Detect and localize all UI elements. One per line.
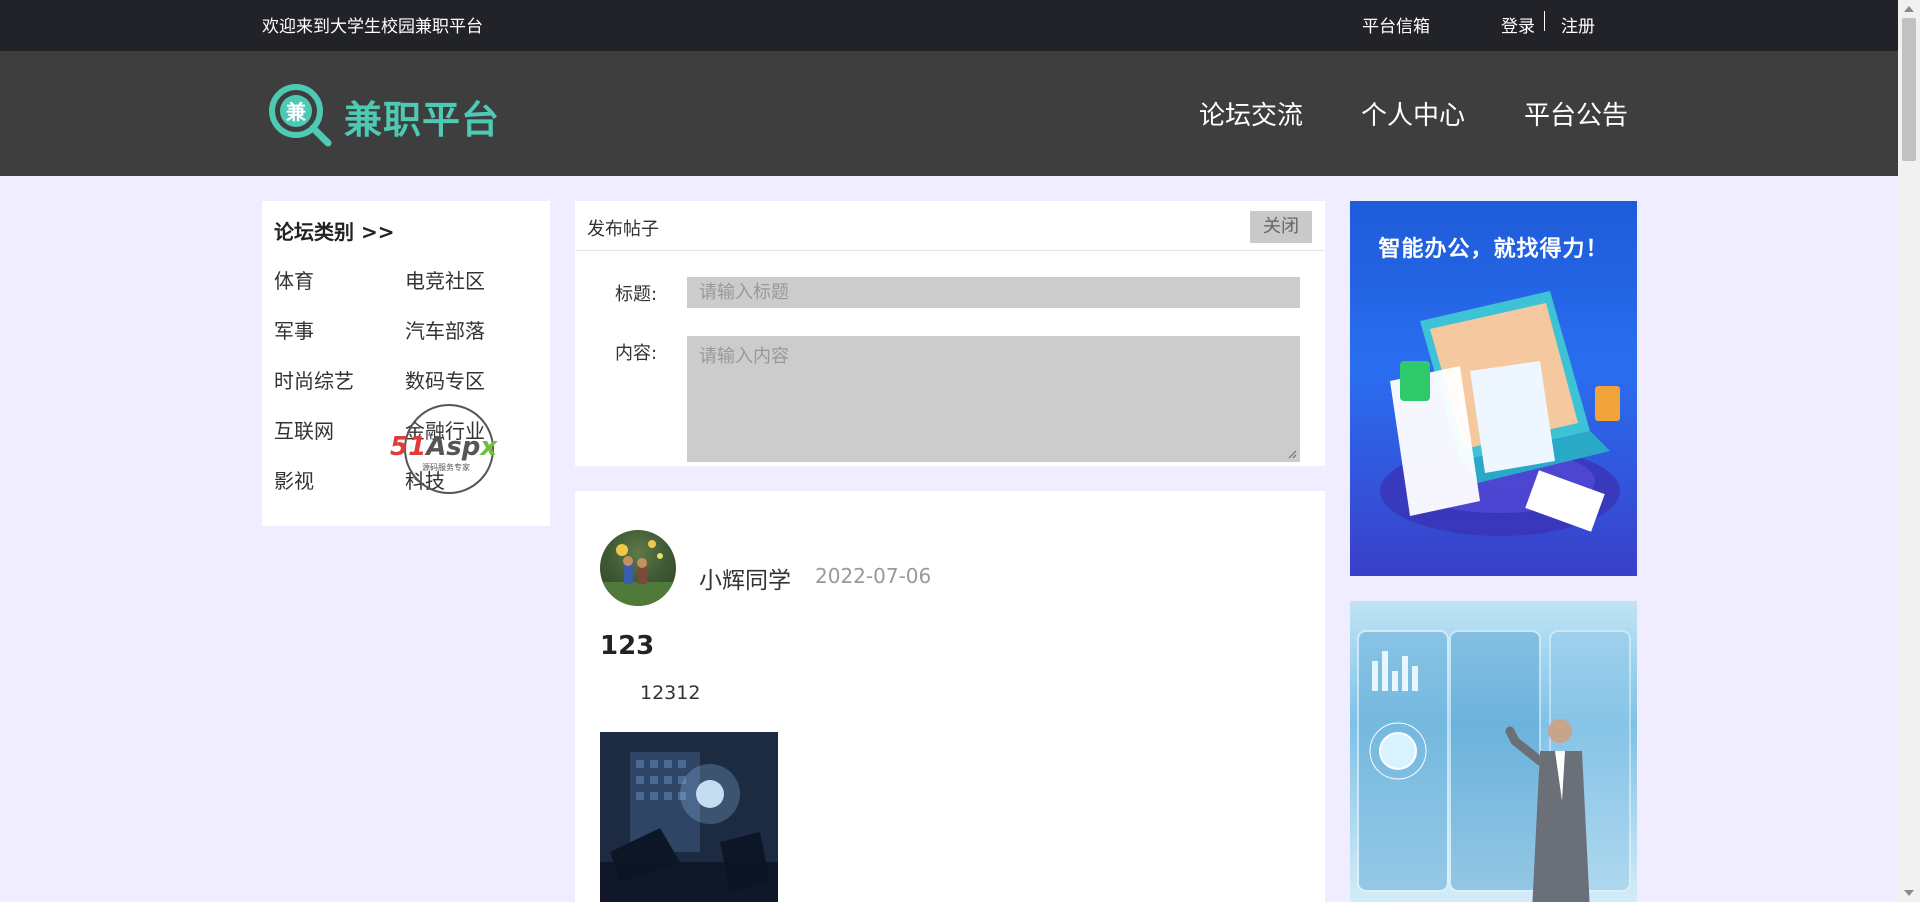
tech-ad-image — [1357, 630, 1631, 902]
scroll-thumb[interactable] — [1902, 18, 1916, 161]
watermark-stamp: 51Aspx 源码服务专家 — [390, 404, 498, 494]
scroll-down-icon[interactable] — [1904, 890, 1914, 896]
post-date: 2022-07-06 — [815, 564, 932, 588]
post-author[interactable]: 小辉同学 — [699, 561, 791, 595]
nav-announcements[interactable]: 平台公告 — [1524, 95, 1628, 132]
tech-ad-banner[interactable] — [1350, 601, 1637, 902]
scroll-up-icon[interactable] — [1904, 6, 1914, 12]
top-bar: 欢迎来到大学生校园兼职平台 平台信箱 登录 注册 — [0, 0, 1898, 51]
post-body: 12312 — [640, 682, 701, 704]
category-item[interactable]: 军事 — [274, 315, 314, 344]
svg-text:51Aspx: 51Aspx — [390, 432, 498, 462]
category-item[interactable]: 电竞社区 — [405, 265, 485, 294]
category-title: 论坛类别 >> — [274, 220, 395, 244]
nav-forum[interactable]: 论坛交流 — [1199, 95, 1303, 132]
movie-poster-image[interactable] — [600, 732, 778, 902]
category-item[interactable]: 互联网 — [274, 415, 334, 444]
post-title[interactable]: 123 — [600, 631, 654, 661]
poster-art — [600, 732, 778, 902]
category-item[interactable]: 影视 — [274, 465, 314, 494]
resize-handle-icon[interactable] — [1287, 449, 1297, 459]
site-header: 兼 兼职平台 论坛交流 个人中心 平台公告 — [0, 51, 1898, 176]
category-item[interactable]: 体育 — [274, 265, 314, 294]
login-link[interactable]: 登录 — [1501, 12, 1535, 37]
welcome-text: 欢迎来到大学生校园兼职平台 — [262, 17, 483, 37]
office-ad-image — [1380, 291, 1620, 536]
category-item[interactable]: 汽车部落 — [405, 315, 485, 344]
register-link[interactable]: 注册 — [1561, 12, 1595, 37]
category-item[interactable]: 时尚综艺 — [274, 365, 354, 394]
post-form-header: 发布帖子 关闭 — [575, 201, 1325, 251]
magnifier-logo-icon[interactable]: 兼 — [268, 83, 332, 147]
office-ad-banner[interactable]: 智能办公，就找得力！ — [1350, 201, 1637, 576]
nav-personal-center[interactable]: 个人中心 — [1361, 95, 1465, 132]
content-placeholder: 请输入内容 — [699, 346, 789, 367]
avatar-image — [600, 540, 676, 606]
avatar[interactable] — [600, 530, 676, 606]
brand-name[interactable]: 兼职平台 — [344, 89, 500, 144]
svg-text:源码服务专家: 源码服务专家 — [422, 462, 470, 472]
post-card: 小辉同学 2022-07-06 123 12312 — [575, 491, 1325, 902]
divider — [1544, 11, 1545, 31]
title-input[interactable]: 请输入标题 — [687, 277, 1300, 308]
post-form-heading: 发布帖子 — [587, 219, 659, 240]
platform-mailbox-link[interactable]: 平台信箱 — [1362, 12, 1430, 37]
page-scrollbar[interactable] — [1898, 0, 1920, 902]
title-label: 标题: — [615, 284, 658, 305]
post-form: 发布帖子 关闭 标题: 请输入标题 内容: 请输入内容 — [575, 201, 1325, 466]
content-label: 内容: — [615, 343, 658, 364]
category-item[interactable]: 数码专区 — [405, 365, 485, 394]
logo-char: 兼 — [286, 100, 307, 124]
content-textarea[interactable]: 请输入内容 — [687, 336, 1300, 462]
close-button[interactable]: 关闭 — [1250, 211, 1312, 243]
